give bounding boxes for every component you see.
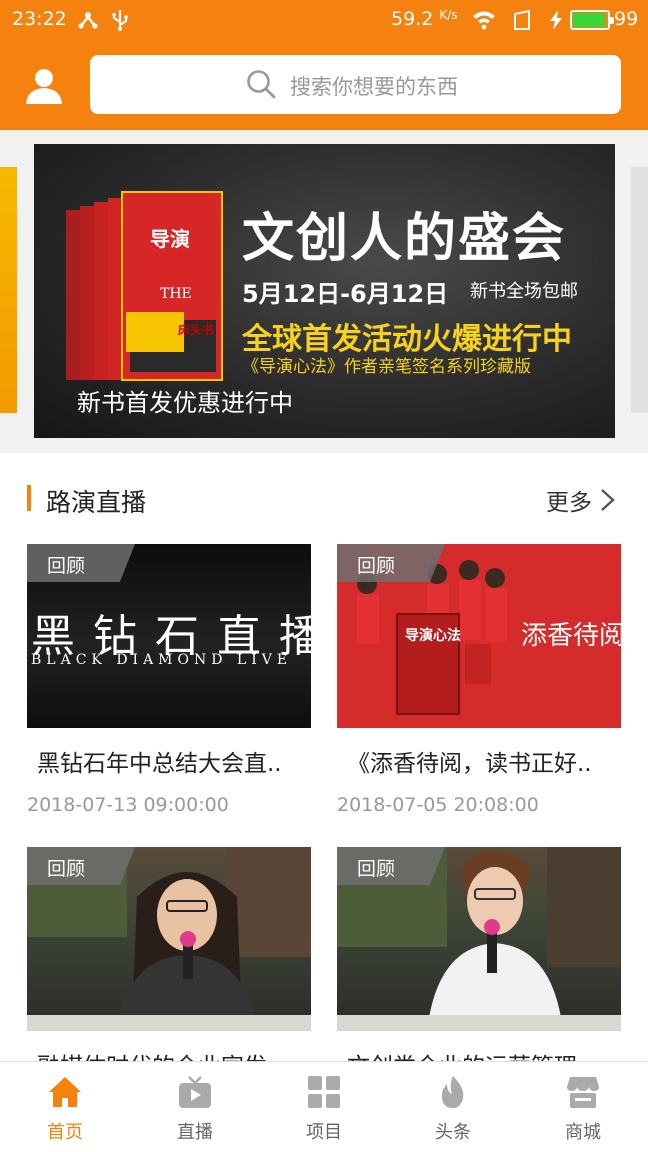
- section-accent-bar: [27, 485, 31, 511]
- svg-text:导演: 导演: [150, 227, 190, 251]
- wifi-icon: [473, 11, 495, 30]
- live-card[interactable]: 回顾 文创类企业的运营管理...: [337, 847, 621, 1080]
- search-bar[interactable]: 搜索你想要的东西: [90, 55, 621, 114]
- battery-icon: [570, 10, 614, 30]
- card-thumbnail[interactable]: 导演心法 添香待阅 回顾: [337, 544, 621, 728]
- section-title: 路演直播: [46, 488, 147, 517]
- chevron-right-icon[interactable]: [596, 487, 618, 513]
- network-speed: 59.2 K/s: [391, 8, 458, 30]
- sim-icon: [514, 9, 530, 30]
- tab-label: 商城: [565, 1122, 601, 1143]
- svg-text:导演心法: 导演心法: [405, 627, 461, 644]
- shop-icon: [567, 1077, 599, 1108]
- charging-icon: [550, 10, 562, 30]
- banner-carousel[interactable]: 导演 床头书 THE 文创人的盛会 5月12日-6月12日 新书全场包邮 全球首…: [0, 130, 648, 453]
- tab-label: 直播: [177, 1122, 213, 1143]
- share-icon: [78, 12, 98, 29]
- card-time: 2018-07-13 09:00:00: [27, 794, 229, 816]
- card-thumbnail[interactable]: 回顾: [337, 847, 621, 1031]
- banner-peek-prev[interactable]: [0, 167, 17, 413]
- card-title[interactable]: 《添香待阅，读书正好..: [347, 744, 617, 778]
- grid-icon: [308, 1076, 340, 1108]
- more-link[interactable]: 更多: [546, 483, 592, 517]
- tab-label: 项目: [306, 1122, 342, 1143]
- tab-live[interactable]: 直播: [130, 1062, 260, 1152]
- bottom-tab-bar: 首页 直播 项目 头条 商城: [0, 1061, 648, 1152]
- svg-text:添香待阅: 添香待阅: [521, 621, 621, 651]
- thumb-title-en: BLACK DIAMOND LIVE: [31, 652, 293, 668]
- tab-shop[interactable]: 商城: [518, 1062, 648, 1152]
- home-icon: [49, 1077, 81, 1107]
- live-card[interactable]: 回顾 融媒体时代的企业宣发...: [27, 847, 311, 1080]
- card-time: 2018-07-05 20:08:00: [337, 794, 539, 816]
- banner-date: 5月12日-6月12日: [242, 280, 449, 308]
- svg-text:THE: THE: [160, 286, 192, 302]
- battery-level: 99: [614, 8, 639, 30]
- banner-peek-next[interactable]: [631, 167, 648, 413]
- svg-text:床头书: 床头书: [178, 322, 214, 337]
- usb-icon: [112, 10, 128, 31]
- search-placeholder: 搜索你想要的东西: [290, 75, 458, 99]
- replay-badge: 回顾: [337, 847, 445, 885]
- tab-headlines[interactable]: 头条: [388, 1062, 518, 1152]
- flame-icon: [441, 1076, 464, 1108]
- status-time: 23:22: [12, 8, 67, 30]
- banner-shipping: 新书全场包邮: [470, 281, 578, 302]
- live-icon: [179, 1076, 211, 1108]
- card-title[interactable]: 黑钻石年中总结大会直..: [37, 744, 307, 778]
- roadshow-section-header: 路演直播 更多: [0, 453, 648, 543]
- live-card[interactable]: 黑钻石直播 BLACK DIAMOND LIVE 回顾 黑钻石年中总结大会直..…: [27, 544, 311, 834]
- top-bar: 23:22 59.2 K/s 99 搜索你想要的东西: [0, 0, 648, 130]
- tab-home[interactable]: 首页: [0, 1062, 130, 1152]
- banner-title: 文创人的盛会: [242, 209, 567, 269]
- replay-badge: 回顾: [27, 847, 135, 885]
- tab-projects[interactable]: 项目: [259, 1062, 389, 1152]
- user-icon[interactable]: [24, 66, 64, 106]
- card-thumbnail[interactable]: 黑钻石直播 BLACK DIAMOND LIVE 回顾: [27, 544, 311, 728]
- book-set-image: 导演 床头书 THE: [66, 191, 223, 381]
- banner-caption: 新书首发优惠进行中: [77, 389, 293, 417]
- tab-label: 头条: [435, 1122, 471, 1143]
- search-icon: [247, 70, 276, 99]
- live-card[interactable]: 导演心法 添香待阅 回顾 《添香待阅，读书正好.. 2018-07-05 20:…: [337, 544, 621, 834]
- card-thumbnail[interactable]: 回顾: [27, 847, 311, 1031]
- banner-subline: 《导演心法》作者亲笔签名系列珍藏版: [242, 357, 531, 377]
- banner-slide[interactable]: 导演 床头书 THE 文创人的盛会 5月12日-6月12日 新书全场包邮 全球首…: [34, 144, 615, 438]
- replay-badge: 回顾: [27, 544, 135, 582]
- replay-badge: 回顾: [337, 544, 445, 582]
- status-bar: 23:22 59.2 K/s 99: [0, 0, 648, 40]
- tab-label: 首页: [47, 1122, 83, 1143]
